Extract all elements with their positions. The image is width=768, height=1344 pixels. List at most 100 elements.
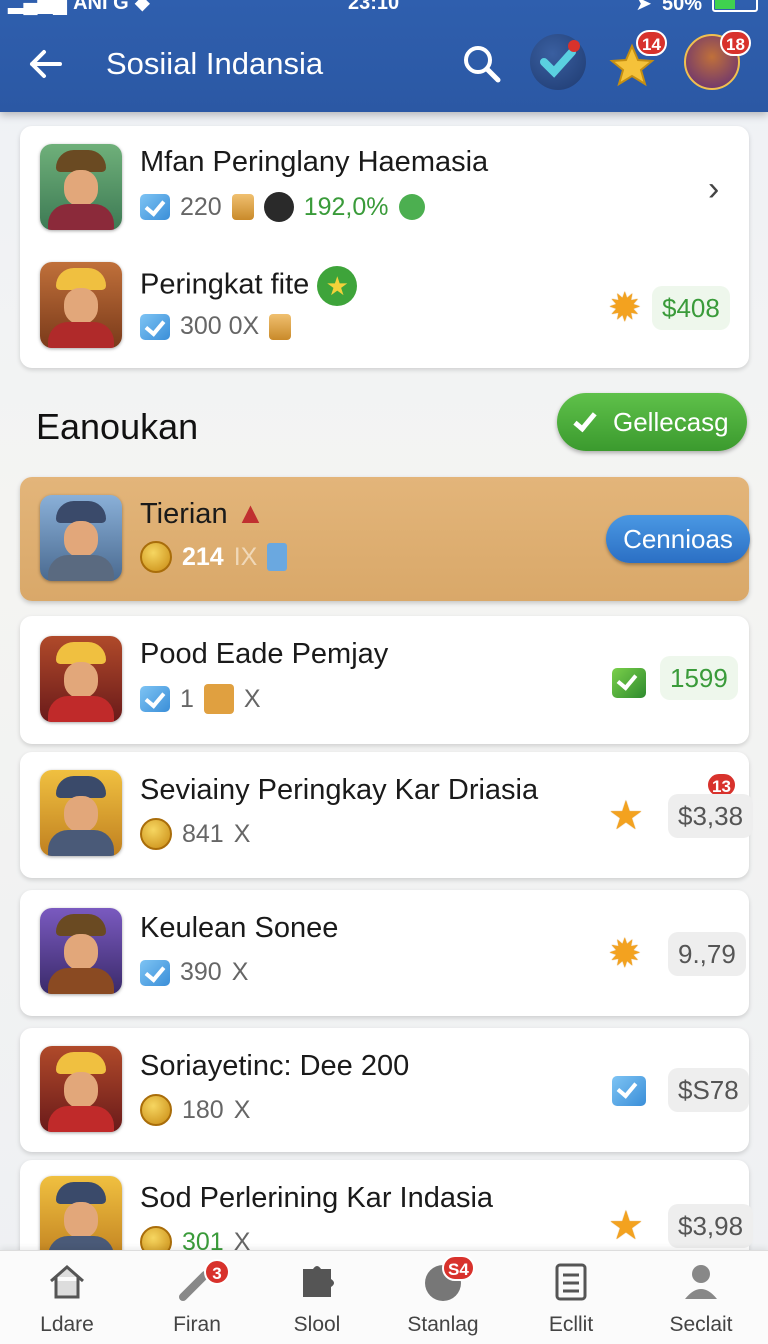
item-name: Keulean Sonee — [140, 912, 339, 944]
item-suffix: X — [231, 958, 249, 986]
price-tag[interactable]: $3,98 — [668, 1204, 754, 1248]
price-tag[interactable]: $3,38 — [668, 794, 754, 838]
nav-label: Stanlag — [407, 1313, 479, 1336]
item-name: Mfan Peringlany Haemasia — [140, 146, 489, 178]
profile-avatar-button[interactable]: 18 — [684, 30, 751, 90]
avatar — [40, 1046, 122, 1132]
home-icon — [50, 1265, 84, 1299]
notification-badge: 14 — [636, 30, 667, 56]
item-name: Peringkat fite ★ — [140, 266, 358, 306]
price-tag[interactable]: $408 — [652, 286, 730, 330]
avatar — [40, 144, 122, 230]
check-circle-icon — [398, 194, 425, 220]
nav-label: Firan — [173, 1313, 221, 1336]
bottom-navigation: Ldare 3 Firan Slool S4 Stanlag Ecllit Se… — [0, 1250, 768, 1344]
highlight-action-button[interactable]: Cennioas — [606, 515, 750, 563]
bag-icon — [231, 194, 254, 220]
item-count: 1 — [180, 684, 194, 713]
list-item[interactable]: Pood Eade Pemjay 1 X 1599 — [20, 616, 749, 744]
featured-card[interactable]: Mfan Peringlany Haemasia 220 192,0% › Pe… — [20, 126, 749, 368]
page-title: Sosiial Indansia — [106, 46, 324, 81]
item-count: 220 — [180, 192, 222, 221]
clock: 23:10 — [348, 0, 400, 14]
item-suffix: X — [243, 684, 261, 713]
avatar — [40, 908, 122, 994]
nav-item-stanlag[interactable]: S4 Stanlag — [388, 1251, 498, 1344]
coin-icon — [140, 818, 172, 850]
verified-icon — [140, 194, 170, 220]
verified-icon — [140, 313, 170, 340]
verified-button[interactable] — [530, 34, 586, 90]
item-meta: 180 X — [140, 1094, 250, 1126]
gift-icon — [203, 684, 234, 714]
top-bar: ▂▄▆█ ANI G ◆ 23:10 ➤ 50% Sosiial Indansi… — [0, 0, 768, 112]
list-item[interactable]: Keulean Sonee 390 X ✹ 9.,79 — [20, 890, 749, 1016]
star-badge-icon: ★ — [317, 266, 358, 306]
location-icon: ➤ — [635, 0, 652, 15]
star-icon: ✹ — [608, 932, 642, 976]
battery-icon — [712, 0, 758, 12]
item-meta: 390 X — [140, 958, 248, 987]
list-item[interactable]: Soriayetinc: Dee 200 180 X $S78 — [20, 1028, 749, 1152]
back-button[interactable] — [24, 42, 68, 86]
signal-icon: ▂▄▆█ — [8, 0, 68, 14]
item-count: 841 — [182, 819, 224, 848]
section-title: Eanoukan — [36, 406, 199, 447]
item-meta: 300 0X — [140, 312, 292, 341]
search-button[interactable] — [460, 42, 504, 86]
item-meta: 214 IX — [140, 541, 288, 573]
list-item[interactable]: Sod Perlerining Kar Indasia 301 X ★ $3,9… — [20, 1160, 754, 1262]
button-label: Gellecasg — [613, 407, 729, 437]
star-icon: ★ — [608, 794, 644, 838]
item-percent: 192,0% — [303, 192, 389, 221]
avatar-badge: 18 — [720, 30, 751, 56]
section-action-button[interactable]: Gellecasg — [557, 393, 747, 451]
item-suffix: X — [233, 1095, 251, 1124]
item-count: 390 — [180, 958, 222, 986]
highlighted-row[interactable]: Tierian ▲ 214 IX Cennioas — [20, 477, 750, 601]
user-icon — [263, 192, 294, 222]
check-icon — [573, 407, 597, 433]
item-meta: 220 192,0% — [140, 192, 425, 222]
item-count: 180 — [182, 1095, 224, 1124]
item-suffix: IX — [233, 542, 258, 571]
search-icon — [464, 46, 501, 83]
avatar — [40, 495, 122, 581]
nav-badge: S4 — [442, 1255, 475, 1281]
avatar — [40, 262, 122, 348]
star-icon: ★ — [608, 1204, 644, 1248]
puzzle-icon — [303, 1266, 334, 1297]
price-tag[interactable]: 9.,79 — [668, 932, 746, 976]
nav-item-ecllit[interactable]: Ecllit — [516, 1251, 626, 1344]
check-icon — [612, 668, 646, 698]
list-item[interactable]: Seviainy Peringkay Kar Driasia 841 X 13 … — [20, 752, 754, 878]
item-suffix: X — [233, 819, 251, 848]
item-name: Pood Eade Pemjay — [140, 638, 389, 670]
bag-icon — [269, 313, 292, 340]
nav-item-home[interactable]: Ldare — [12, 1251, 122, 1344]
chevron-right-icon[interactable]: › — [708, 170, 719, 209]
nav-item-firan[interactable]: 3 Firan — [142, 1251, 252, 1344]
nav-label: Slool — [293, 1313, 341, 1336]
clipboard-icon — [555, 1263, 587, 1301]
star-icon: ✹ — [608, 286, 642, 330]
check-icon — [612, 1076, 646, 1106]
notifications-button[interactable]: 14 — [606, 30, 667, 90]
item-count: 214 — [182, 542, 224, 571]
coin-icon — [140, 541, 172, 573]
app-header: Sosiial Indansia 14 18 — [0, 30, 768, 100]
avatar — [40, 770, 122, 856]
item-name: Seviainy Peringkay Kar Driasia — [140, 774, 539, 806]
item-name: Sod Perlerining Kar Indasia — [140, 1182, 494, 1214]
flag-icon: ▲ — [235, 497, 266, 530]
item-name: Tierian ▲ — [140, 497, 266, 530]
coin-icon — [140, 1094, 172, 1126]
price-tag[interactable]: $S78 — [668, 1068, 749, 1112]
verified-icon — [140, 686, 170, 712]
price-tag[interactable]: 1599 — [660, 656, 738, 700]
nav-item-seclait[interactable]: Seclait — [646, 1251, 756, 1344]
nav-item-slool[interactable]: Slool — [262, 1251, 372, 1344]
carrier-text: ANI G — [73, 0, 129, 14]
avatar — [40, 636, 122, 722]
battery-percent: 50% — [661, 0, 702, 15]
